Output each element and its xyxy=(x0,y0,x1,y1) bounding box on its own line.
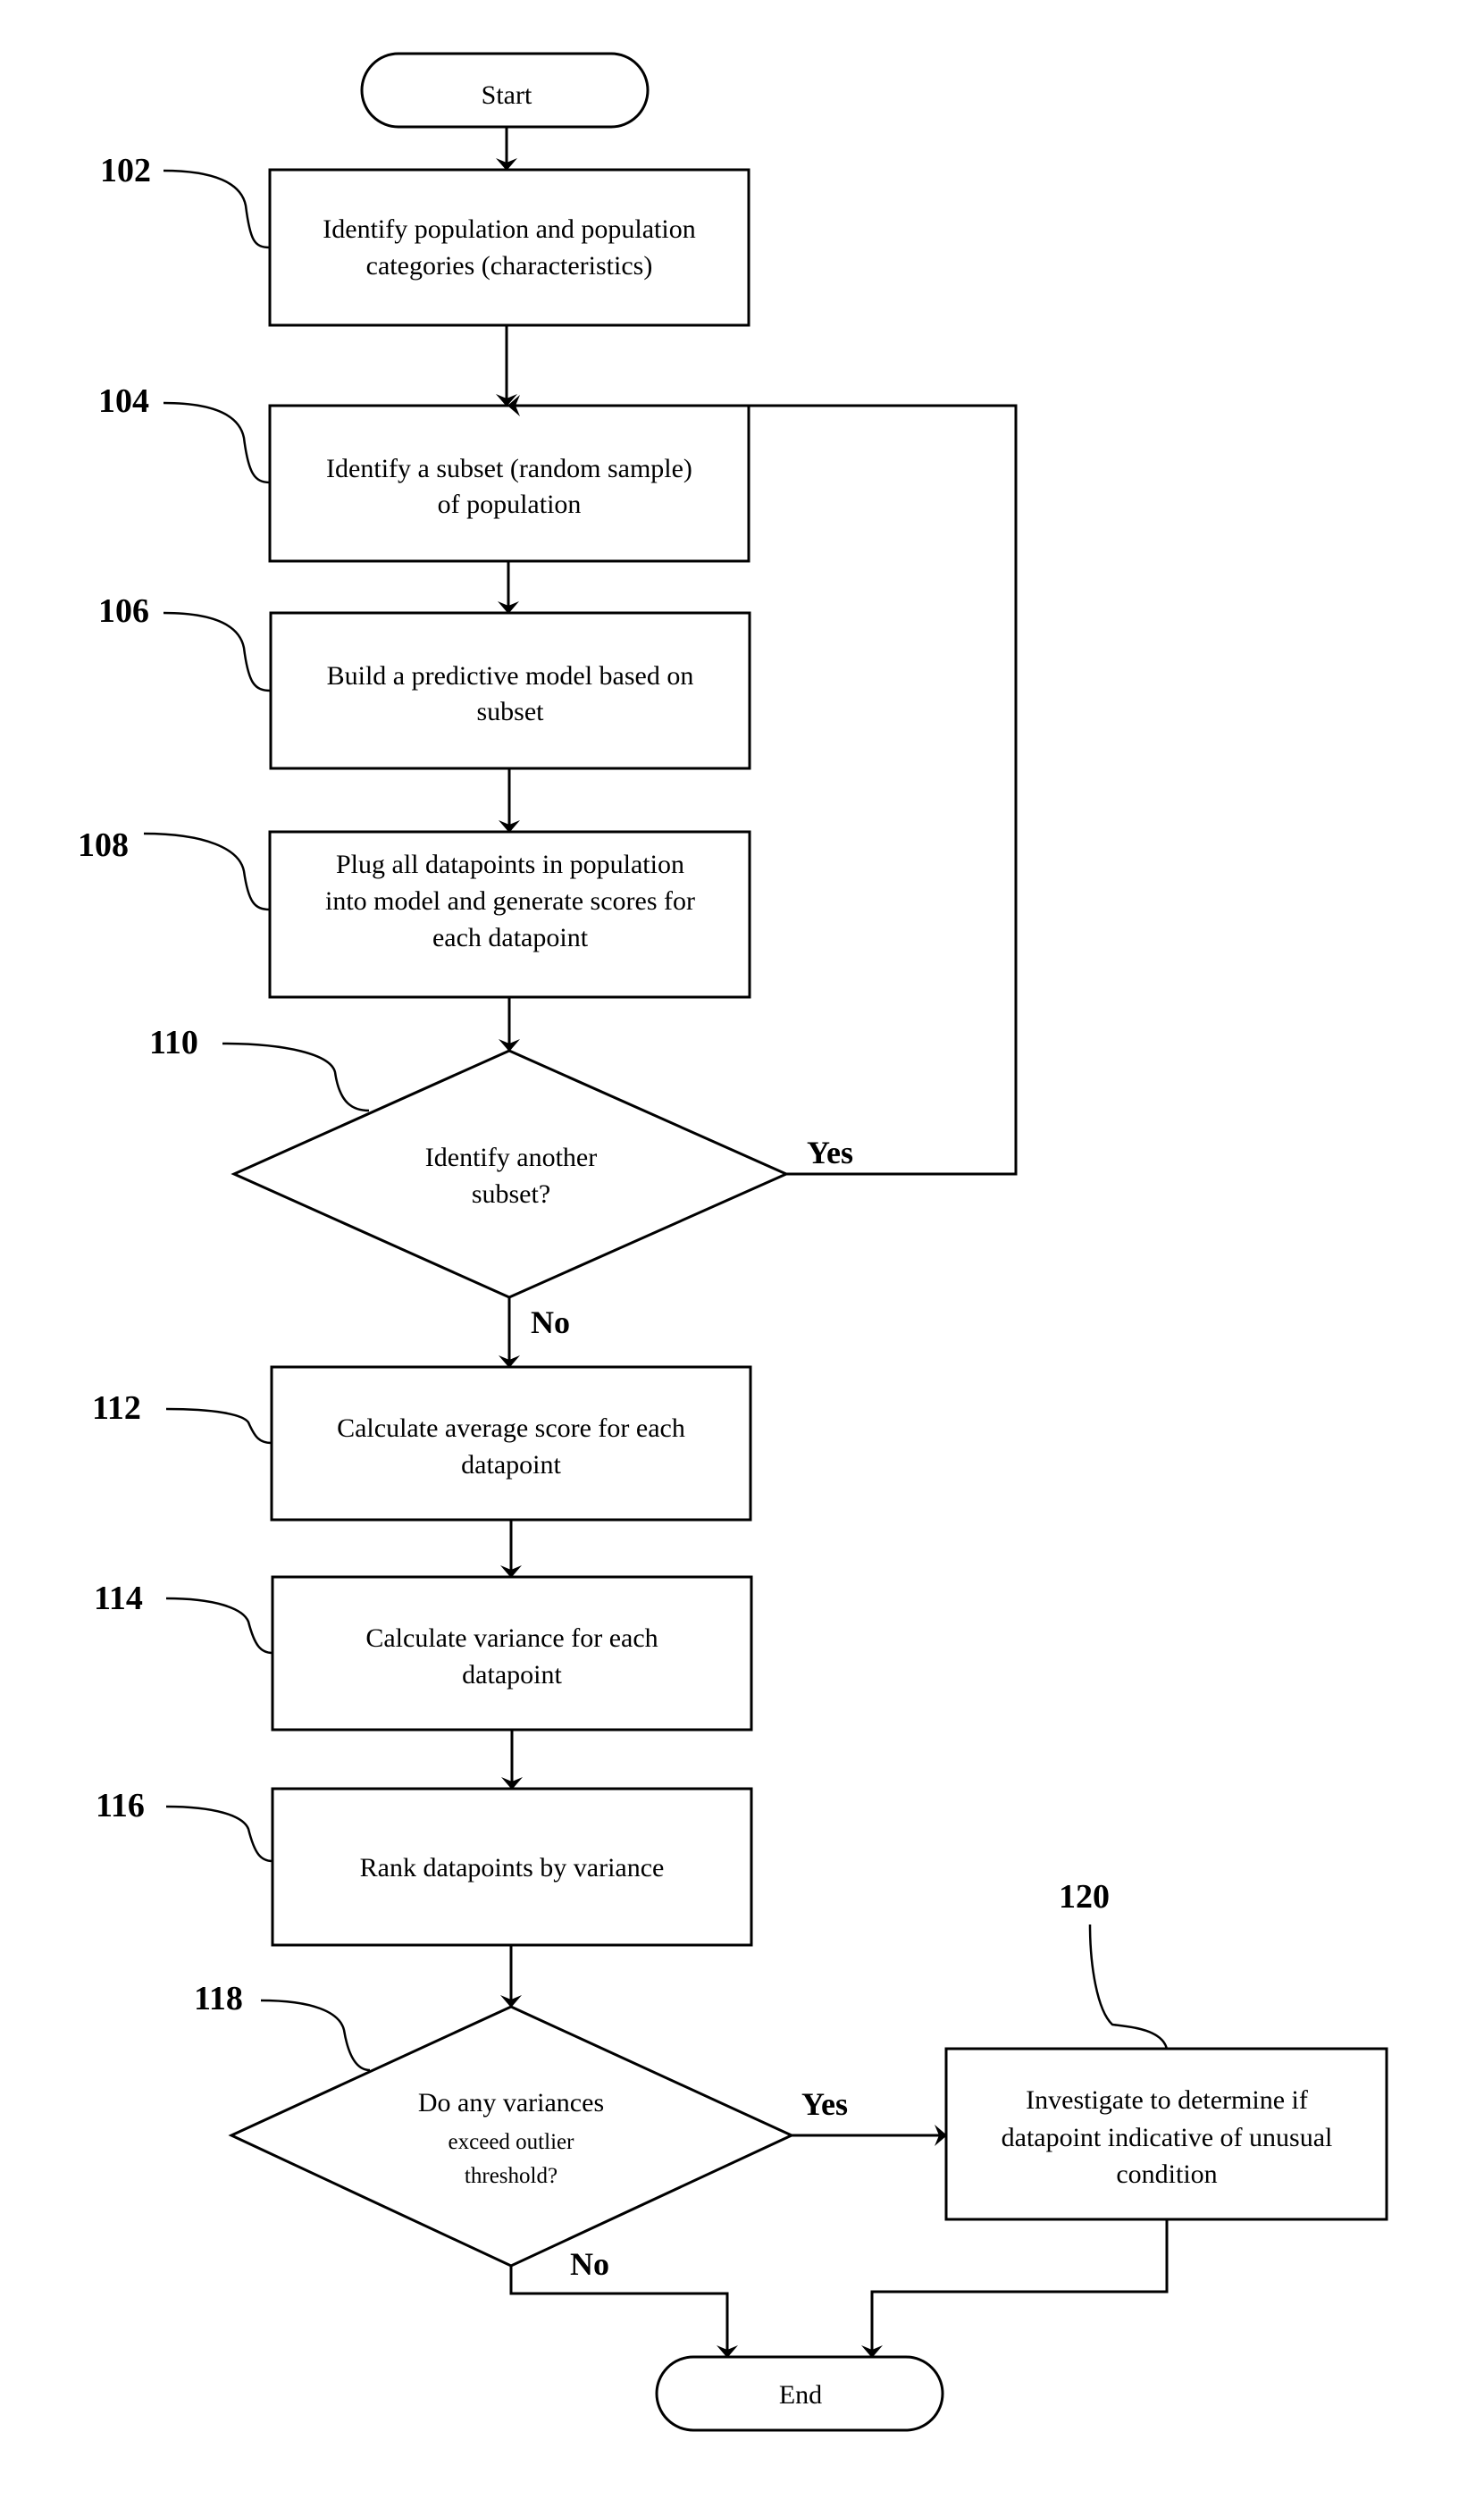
decision-text-line: exceed outlier xyxy=(449,2130,575,2154)
decision-diamond xyxy=(231,1049,790,1299)
step-text-line: of population xyxy=(438,490,582,519)
decision-text-line: subset? xyxy=(472,1179,550,1209)
end-terminal: End xyxy=(655,2355,944,2432)
leader-line-110 xyxy=(222,1042,370,1112)
step-text-line: Calculate variance for each xyxy=(365,1623,658,1653)
step-text-line: categories (characteristics) xyxy=(366,251,653,281)
process-box xyxy=(269,611,751,770)
arrow-118-no-to-end xyxy=(509,2266,738,2358)
process-box xyxy=(268,168,750,327)
ref-label-104: 104 xyxy=(98,382,149,420)
step-104: Identify a subset (random sample) of pop… xyxy=(268,404,750,563)
step-text-line: Build a predictive model based on xyxy=(327,661,694,691)
leader-line-104 xyxy=(163,401,271,484)
ref-label-108: 108 xyxy=(78,826,129,864)
step-120: Investigate to determine if datapoint in… xyxy=(944,2047,1388,2221)
yes-label-110: Yes xyxy=(807,1135,853,1170)
step-102: Identify population and population categ… xyxy=(268,168,750,327)
leader-line-114 xyxy=(165,1597,273,1655)
decision-118: Do any variances exceed outlier threshol… xyxy=(228,2005,795,2268)
decision-text-line: threshold? xyxy=(465,2164,558,2188)
step-text-line: condition xyxy=(1116,2159,1217,2189)
leader-line-112 xyxy=(165,1407,272,1445)
flowchart: Start Identify population and population… xyxy=(78,52,1388,2432)
process-box xyxy=(268,404,750,563)
arrow-120-to-end xyxy=(861,2219,1169,2358)
leader-line-118 xyxy=(260,1999,371,2072)
step-text-line: Rank datapoints by variance xyxy=(360,1853,665,1883)
step-text-line: Identify population and population xyxy=(323,214,695,244)
ref-label-112: 112 xyxy=(92,1389,141,1427)
start-terminal: Start xyxy=(360,52,650,129)
step-114: Calculate variance for each datapoint xyxy=(271,1575,753,1732)
step-text-line: datapoint xyxy=(461,1450,561,1480)
ref-label-114: 114 xyxy=(94,1580,143,1617)
no-label-118: No xyxy=(570,2246,609,2282)
ref-label-110: 110 xyxy=(149,1024,198,1061)
ref-label-118: 118 xyxy=(194,1980,243,2017)
process-box xyxy=(271,1575,753,1732)
step-text-line: Identify a subset (random sample) xyxy=(326,454,692,483)
no-label-110: No xyxy=(531,1304,570,1340)
step-text-line: Calculate average score for each xyxy=(337,1413,685,1443)
step-106: Build a predictive model based on subset xyxy=(269,611,751,770)
start-label: Start xyxy=(482,80,532,110)
step-text-line: datapoint xyxy=(462,1660,562,1690)
ref-label-120: 120 xyxy=(1059,1878,1110,1916)
process-box xyxy=(270,1365,752,1522)
step-text-line: into model and generate scores for xyxy=(325,886,695,916)
step-text-line: Investigate to determine if xyxy=(1026,2085,1308,2115)
step-text-line: datapoint indicative of unusual xyxy=(1002,2123,1333,2152)
leader-line-108 xyxy=(143,832,271,911)
ref-label-106: 106 xyxy=(98,592,149,630)
end-label: End xyxy=(779,2380,822,2410)
step-text-line: each datapoint xyxy=(432,923,589,952)
decision-110: Identify another subset? xyxy=(231,1049,790,1299)
leader-line-120 xyxy=(1088,1924,1169,2050)
step-112: Calculate average score for each datapoi… xyxy=(270,1365,752,1522)
yes-label-118: Yes xyxy=(801,2086,848,2122)
decision-text-line: Do any variances xyxy=(418,2088,604,2117)
decision-text-line: Identify another xyxy=(425,1143,597,1172)
leader-line-102 xyxy=(163,169,271,249)
ref-label-116: 116 xyxy=(96,1787,145,1824)
step-text-line: subset xyxy=(477,697,545,726)
leader-line-106 xyxy=(163,611,272,692)
step-116: Rank datapoints by variance xyxy=(271,1787,753,1947)
step-108: Plug all datapoints in population into m… xyxy=(268,830,751,999)
step-text-line: Plug all datapoints in population xyxy=(336,850,684,879)
ref-label-102: 102 xyxy=(100,152,151,189)
leader-line-116 xyxy=(165,1805,273,1863)
